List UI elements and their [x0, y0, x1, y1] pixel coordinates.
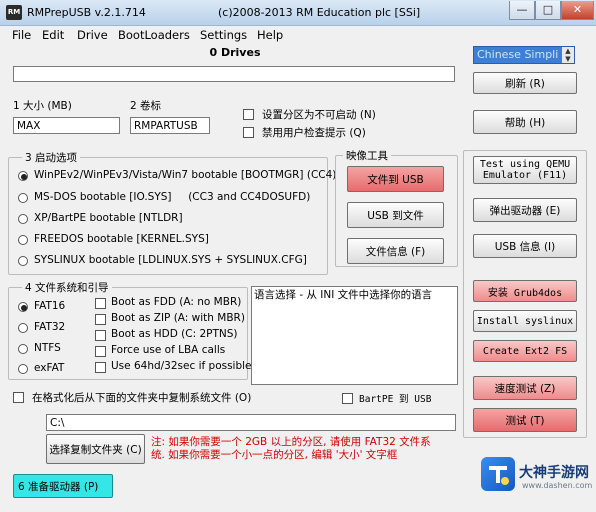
window-title: RMPrepUSB v.2.1.714 — [27, 6, 146, 19]
fs-label-fat16: FAT16 — [34, 300, 66, 312]
main-window: File Edit Drive BootLoaders Settings Hel… — [0, 26, 596, 512]
menu-drive[interactable]: Drive — [77, 28, 108, 42]
spin-arrows-icon[interactable]: ▲ ▼ — [562, 47, 574, 63]
language-select[interactable]: Chinese Simpli ▲ ▼ — [473, 46, 575, 64]
fs-radio-ntfs[interactable] — [18, 344, 28, 354]
usb-to-file-button[interactable]: USB 到文件 — [347, 202, 444, 228]
watermark-logo — [481, 457, 515, 491]
volume-input[interactable]: RMPARTUSB — [130, 117, 210, 134]
filesystem-title: 4 文件系统和引导 — [22, 280, 112, 295]
refresh-button[interactable]: 刷新 (R) — [473, 72, 577, 94]
watermark-sub: www.dashen.com — [522, 481, 593, 490]
boot-fdd-label: Boot as FDD (A: no MBR) — [111, 296, 242, 308]
force-lba-label: Force use of LBA calls — [111, 344, 226, 356]
qemu-test-button[interactable]: Test using QEMU Emulator (F11) — [473, 156, 577, 184]
non-bootable-checkbox[interactable] — [243, 109, 254, 120]
fs-label-exfat: exFAT — [34, 362, 65, 374]
volume-label: 2 卷标 — [130, 100, 162, 112]
fs-radio-exfat[interactable] — [18, 364, 28, 374]
eject-drive-button[interactable]: 弹出驱动器 (E) — [473, 198, 577, 222]
size-input[interactable]: MAX — [13, 117, 120, 134]
boot-option-label-0: WinPEv2/WinPEv3/Vista/Win7 bootable [BOO… — [34, 169, 337, 181]
install-syslinux-button[interactable]: Install syslinux — [473, 310, 577, 332]
notice-line-2: 统. 如果你需要一个小一点的分区, 编辑 '大小' 文字框 — [151, 449, 398, 461]
use-64hd-label: Use 64hd/32sec if possible — [111, 360, 252, 372]
choose-copy-folder-button[interactable]: 选择复制文件夹 (C) — [46, 434, 145, 464]
copy-files-label: 在格式化后从下面的文件夹中复制系统文件 (O) — [32, 392, 252, 404]
copy-files-checkbox[interactable] — [13, 392, 24, 403]
drives-count: 0 Drives — [209, 46, 261, 59]
create-ext2-button[interactable]: Create Ext2 FS — [473, 340, 577, 362]
boot-option-radio-4[interactable] — [18, 256, 28, 266]
boot-options-title: 3 启动选项 — [22, 150, 81, 165]
no-user-prompt-checkbox[interactable] — [243, 127, 254, 138]
non-bootable-label: 设置分区为不可启动 (N) — [262, 109, 376, 121]
watermark-title: 大神手游网 — [519, 465, 589, 481]
fs-radio-fat32[interactable] — [18, 323, 28, 333]
force-lba-checkbox[interactable] — [95, 346, 106, 357]
prepare-drive-button[interactable]: 6 准备驱动器 (P) — [13, 474, 113, 498]
menu-bar: File Edit Drive BootLoaders Settings Hel… — [0, 26, 596, 44]
speed-test-button[interactable]: 速度测试 (Z) — [473, 376, 577, 400]
bartpe-label: BartPE 到 USB — [359, 394, 432, 405]
boot-option-label-1: MS-DOS bootable [IO.SYS] (CC3 and CC4DOS… — [34, 191, 311, 203]
watermark-logo-icon — [489, 466, 509, 485]
copy-path-input[interactable]: C:\ — [46, 414, 456, 431]
boot-option-radio-0[interactable] — [18, 171, 28, 181]
no-user-prompt-label: 禁用用户检查提示 (Q) — [262, 127, 366, 139]
boot-option-radio-1[interactable] — [18, 193, 28, 203]
description-box[interactable]: 语言选择 - 从 INI 文件中选择你的语言 — [251, 286, 458, 385]
usb-info-button[interactable]: USB 信息 (I) — [473, 234, 577, 258]
menu-settings[interactable]: Settings — [200, 28, 247, 42]
minimize-button[interactable]: — — [509, 1, 535, 20]
install-grub4dos-button[interactable]: 安装 Grub4dos — [473, 280, 577, 302]
file-info-button[interactable]: 文件信息 (F) — [347, 238, 444, 264]
menu-bootloaders[interactable]: BootLoaders — [118, 28, 190, 42]
boot-fdd-checkbox[interactable] — [95, 298, 106, 309]
title-bar: RM RMPrepUSB v.2.1.714 (c)2008-2013 RM E… — [0, 0, 596, 26]
boot-option-radio-2[interactable] — [18, 214, 28, 224]
boot-zip-label: Boot as ZIP (A: with MBR) — [111, 312, 245, 324]
file-to-usb-button[interactable]: 文件到 USB — [347, 166, 444, 192]
boot-option-label-4: SYSLINUX bootable [LDLINUX.SYS + SYSLINU… — [34, 254, 307, 266]
window-subtitle: (c)2008-2013 RM Education plc [SSi] — [218, 6, 421, 19]
fs-label-ntfs: NTFS — [34, 342, 61, 354]
image-tools-title: 映像工具 — [343, 148, 391, 163]
help-button[interactable]: 帮助 (H) — [473, 110, 577, 134]
use-64hd-checkbox[interactable] — [95, 362, 106, 373]
notice-line-1: 注: 如果你需要一个 2GB 以上的分区, 请使用 FAT32 文件系 — [151, 436, 431, 448]
maximize-button[interactable]: □ — [535, 1, 561, 20]
fs-label-fat32: FAT32 — [34, 321, 66, 333]
close-button[interactable]: ✕ — [561, 1, 594, 20]
boot-option-label-3: FREEDOS bootable [KERNEL.SYS] — [34, 233, 209, 245]
boot-option-label-2: XP/BartPE bootable [NTLDR] — [34, 212, 183, 224]
boot-option-radio-3[interactable] — [18, 235, 28, 245]
boot-zip-checkbox[interactable] — [95, 314, 106, 325]
boot-hdd-checkbox[interactable] — [95, 330, 106, 341]
menu-edit[interactable]: Edit — [42, 28, 64, 42]
bartpe-checkbox[interactable] — [342, 393, 353, 404]
drives-list[interactable] — [13, 66, 455, 82]
boot-hdd-label: Boot as HDD (C: 2PTNS) — [111, 328, 238, 340]
size-label: 1 大小 (MB) — [13, 100, 72, 112]
menu-help[interactable]: Help — [257, 28, 283, 42]
app-icon: RM — [6, 5, 22, 20]
fs-radio-fat16[interactable] — [18, 302, 28, 312]
test-button[interactable]: 测试 (T) — [473, 408, 577, 432]
language-selected: Chinese Simpli — [477, 48, 559, 61]
menu-file[interactable]: File — [12, 28, 31, 42]
